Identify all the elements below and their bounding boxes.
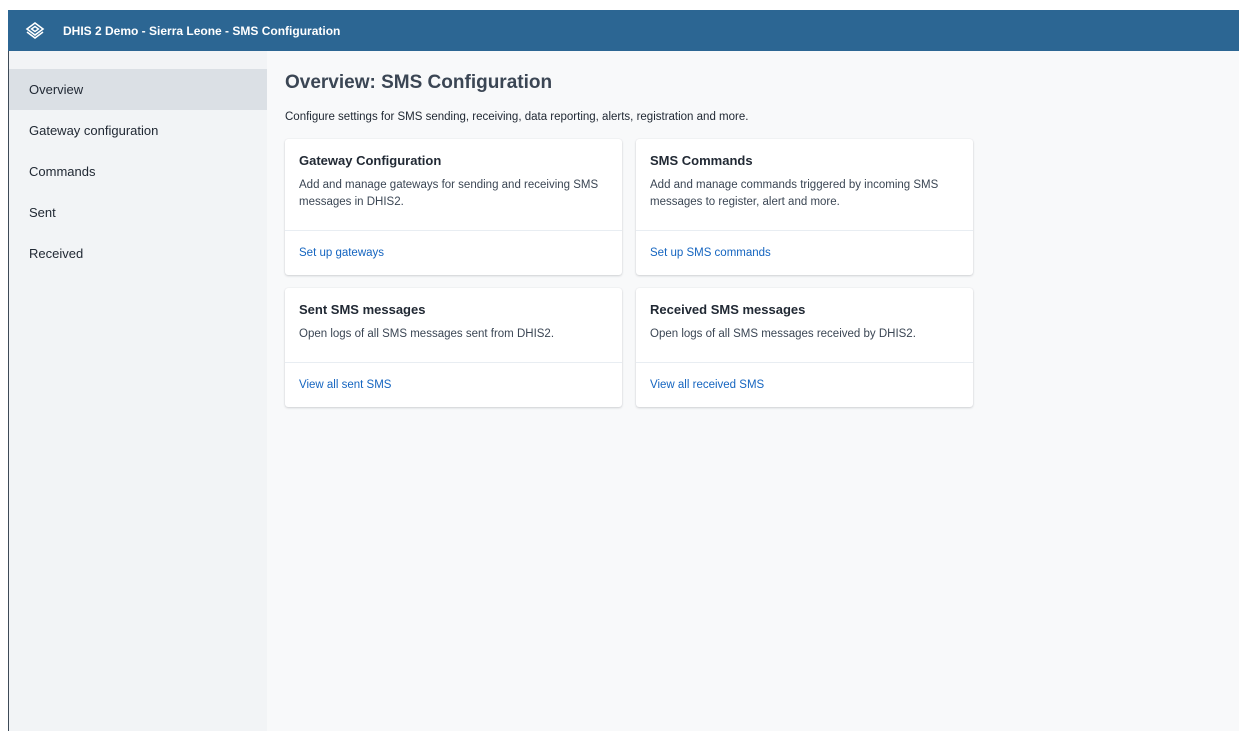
sidebar-item-label: Gateway configuration	[29, 123, 159, 138]
header-bar: DHIS 2 Demo - Sierra Leone - SMS Configu…	[8, 10, 1239, 51]
dhis2-logo-icon[interactable]	[25, 21, 45, 41]
card-title: Sent SMS messages	[299, 302, 426, 317]
view-all-sent-sms-link[interactable]: View all sent SMS	[285, 363, 622, 407]
sidebar-item-label: Overview	[29, 82, 84, 97]
card-text: Add and manage commands triggered by inc…	[650, 179, 939, 208]
main-content: Overview: SMS Configuration Configure se…	[267, 51, 1239, 731]
card-text: Open logs of all SMS messages sent from …	[299, 328, 555, 340]
card-title: Received SMS messages	[650, 302, 806, 317]
sidebar-item-label: Sent	[29, 205, 56, 220]
card-grid: Gateway Configuration Add and manage gat…	[285, 139, 1239, 407]
set-up-gateways-link[interactable]: Set up gateways	[285, 231, 622, 275]
sidebar-item-received[interactable]: Received	[9, 233, 267, 274]
sidebar-item-overview[interactable]: Overview	[9, 69, 267, 110]
sent-sms-card: Sent SMS messages Open logs of all SMS m…	[285, 288, 622, 407]
sidebar-item-label: Commands	[29, 164, 96, 179]
page-title: Overview: SMS Configuration	[285, 72, 553, 93]
gateway-configuration-card: Gateway Configuration Add and manage gat…	[285, 139, 622, 275]
received-sms-card: Received SMS messages Open logs of all S…	[636, 288, 973, 407]
sidebar-item-gateway-configuration[interactable]: Gateway configuration	[9, 110, 267, 151]
card-text: Add and manage gateways for sending and …	[299, 179, 599, 208]
set-up-sms-commands-link[interactable]: Set up SMS commands	[636, 231, 973, 275]
view-all-received-sms-link[interactable]: View all received SMS	[636, 363, 973, 407]
card-text: Open logs of all SMS messages received b…	[650, 328, 916, 340]
sidebar-item-sent[interactable]: Sent	[9, 192, 267, 233]
app-title: DHIS 2 Demo - Sierra Leone - SMS Configu…	[63, 23, 341, 38]
page-description: Configure settings for SMS sending, rece…	[285, 111, 749, 123]
card-title: Gateway Configuration	[299, 153, 442, 168]
app-shell: Overview Gateway configuration Commands …	[8, 51, 1239, 731]
sms-commands-card: SMS Commands Add and manage commands tri…	[636, 139, 973, 275]
sidebar-item-commands[interactable]: Commands	[9, 151, 267, 192]
sidebar-item-label: Received	[29, 246, 84, 261]
sidebar: Overview Gateway configuration Commands …	[9, 51, 267, 731]
card-title: SMS Commands	[650, 153, 753, 168]
